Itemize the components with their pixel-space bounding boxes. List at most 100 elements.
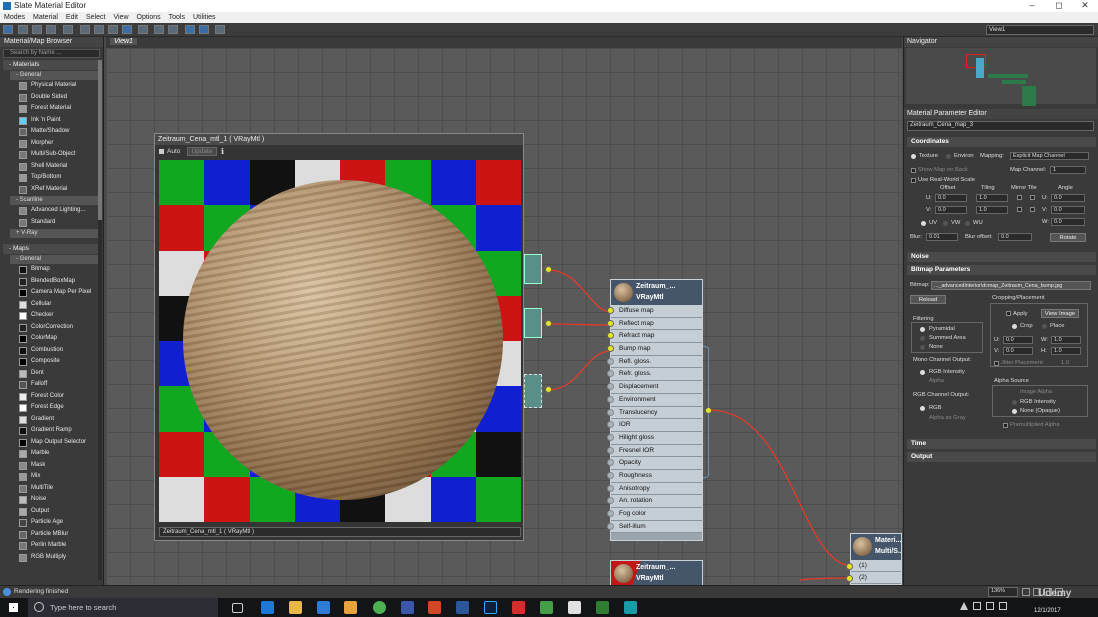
material-preview-window[interactable]: Zeitraum_Cena_mtl_1 ( VRayMtl ) Auto Upd… — [154, 133, 524, 541]
clock-date[interactable]: 12/1/2017 — [1034, 608, 1061, 614]
navigator-view[interactable] — [906, 48, 1096, 106]
multi-input-socket-2[interactable] — [846, 575, 853, 582]
v-offset-field[interactable]: 0.0 — [935, 206, 967, 214]
texture-radio[interactable] — [911, 154, 916, 159]
slot-environment[interactable]: Environment — [607, 393, 702, 407]
slot-input-socket[interactable] — [607, 319, 614, 327]
camtasia-icon[interactable] — [540, 601, 553, 614]
slot-input-socket[interactable] — [607, 357, 614, 365]
crop-u-field[interactable]: 0.0 — [1003, 336, 1033, 344]
jitter-checkbox[interactable] — [994, 361, 999, 366]
rgb-intensity-radio[interactable] — [920, 370, 925, 375]
map-output-socket[interactable] — [545, 386, 552, 393]
u-offset-field[interactable]: 0.0 — [935, 194, 967, 202]
slot-input-socket[interactable] — [607, 446, 614, 454]
edge-icon[interactable] — [261, 601, 274, 614]
task-view-icon[interactable] — [232, 603, 243, 613]
chrome-icon[interactable] — [373, 601, 386, 614]
slot-self-illum[interactable]: Self-illum — [607, 520, 702, 534]
slot-refract-map[interactable]: Refract map — [607, 330, 702, 344]
slot-an-rotation[interactable]: An. rotation — [607, 495, 702, 508]
start-icon[interactable] — [9, 603, 18, 612]
coordinates-rollout[interactable]: Coordinates — [907, 137, 1096, 147]
slot-input-socket[interactable] — [607, 522, 614, 530]
slot-anisotropy[interactable]: Anisotropy — [607, 482, 702, 496]
slot-input-socket[interactable] — [607, 383, 614, 391]
multi-sub-node[interactable]: Materi... Multi/S... (1) (2) — [850, 533, 902, 585]
u-mirror-checkbox[interactable] — [1017, 195, 1022, 200]
slot-hilight-gloss[interactable]: Hilight gloss — [607, 431, 702, 445]
word-icon[interactable] — [456, 601, 469, 614]
w-angle-field[interactable]: 0.0 — [1051, 218, 1085, 226]
rotate-button[interactable]: Rotate — [1050, 233, 1086, 242]
noise-rollout[interactable]: Noise — [907, 252, 1096, 262]
zoom-icon[interactable] — [1022, 588, 1030, 596]
preview-options-icon[interactable]: ℹ — [221, 147, 224, 156]
rgb-intensity-alpha-radio[interactable] — [1012, 400, 1017, 405]
slot-input-socket[interactable] — [607, 345, 614, 353]
node-output-socket[interactable] — [705, 407, 712, 414]
3dsmax-icon[interactable] — [624, 601, 637, 614]
rgb-radio[interactable] — [920, 406, 925, 411]
photoshop-icon[interactable] — [484, 601, 497, 614]
mail-icon[interactable] — [568, 601, 581, 614]
zoom-field[interactable]: 136% — [988, 587, 1018, 597]
slot-roughness[interactable]: Roughness — [607, 469, 702, 483]
crop-w-field[interactable]: 1.0 — [1051, 336, 1081, 344]
u-tile-checkbox[interactable] — [1030, 195, 1035, 200]
v-tile-checkbox[interactable] — [1030, 207, 1035, 212]
auto-checkbox[interactable] — [159, 149, 164, 154]
blur-offset-field[interactable]: 0.0 — [998, 233, 1032, 241]
update-button[interactable]: Update — [187, 147, 217, 156]
multi-slot-1[interactable]: (1) — [851, 560, 901, 572]
crop-h-field[interactable]: 1.0 — [1051, 347, 1081, 355]
filter-none-radio[interactable] — [920, 345, 925, 350]
map-output-socket[interactable] — [545, 266, 552, 273]
slot-input-socket[interactable] — [607, 497, 614, 505]
v-mirror-checkbox[interactable] — [1017, 207, 1022, 212]
premultiplied-checkbox[interactable] — [1003, 423, 1008, 428]
none-opaque-radio[interactable] — [1012, 409, 1017, 414]
slot-translucency[interactable]: Translucency — [607, 406, 702, 420]
map-name-field[interactable]: Zeitraum_Cena_map_3 — [907, 121, 1094, 131]
file-explorer-icon[interactable] — [289, 601, 302, 614]
store-icon[interactable] — [317, 601, 330, 614]
network-icon[interactable] — [986, 602, 994, 610]
v-angle-field[interactable]: 0.0 — [1051, 206, 1085, 214]
taskbar-search[interactable]: Type here to search — [28, 598, 218, 617]
slot-input-socket[interactable] — [607, 307, 614, 314]
place-radio[interactable] — [1042, 324, 1047, 329]
vw-radio[interactable] — [943, 221, 948, 226]
preview-material-dropdown[interactable]: Zeitraum_Cena_mtl_1 ( VRayMtl ) — [159, 527, 521, 537]
vraymtl-node[interactable]: Zeitraum_... VRayMtl Diffuse map Reflect … — [607, 279, 703, 541]
app-icon-2[interactable] — [512, 601, 525, 614]
u-tiling-field[interactable]: 1.0 — [976, 194, 1008, 202]
slot-input-socket[interactable] — [607, 370, 614, 378]
slot-input-socket[interactable] — [607, 408, 614, 416]
slot-input-socket[interactable] — [607, 471, 614, 479]
slot-fog-color[interactable]: Fog color — [607, 508, 702, 521]
slot-refl-gloss[interactable]: Refl. gloss. — [607, 355, 702, 369]
show-map-checkbox[interactable] — [911, 168, 916, 173]
slot-displacement[interactable]: Displacement — [607, 381, 702, 394]
slot-input-socket[interactable] — [607, 421, 614, 429]
tray-arrow-icon[interactable] — [960, 602, 968, 610]
v-tiling-field[interactable]: 1.0 — [976, 206, 1008, 214]
map-channel-field[interactable]: 1 — [1050, 166, 1086, 174]
volume-icon[interactable] — [999, 602, 1007, 610]
media-player-icon[interactable] — [344, 601, 357, 614]
slot-fresnel-ior[interactable]: Fresnel IOR — [607, 444, 702, 458]
u-angle-field[interactable]: 0.0 — [1051, 194, 1085, 202]
slot-input-socket[interactable] — [607, 433, 614, 441]
pyramidal-radio[interactable] — [920, 327, 925, 332]
map-node-diffuse[interactable] — [524, 254, 542, 284]
bitmap-path-button[interactable]: ..._advancedInterior\dcmap_Zeitraum_Cena… — [931, 281, 1091, 290]
environ-radio[interactable] — [946, 154, 951, 159]
slot-diffuse-map[interactable]: Diffuse map — [607, 305, 702, 318]
time-rollout[interactable]: Time — [907, 439, 1096, 449]
slot-input-socket[interactable] — [607, 395, 614, 403]
tray-app-icon[interactable] — [973, 602, 981, 610]
summed-area-radio[interactable] — [920, 336, 925, 341]
uv-radio[interactable] — [921, 221, 926, 226]
slot-bump-map[interactable]: Bump map — [607, 343, 702, 356]
